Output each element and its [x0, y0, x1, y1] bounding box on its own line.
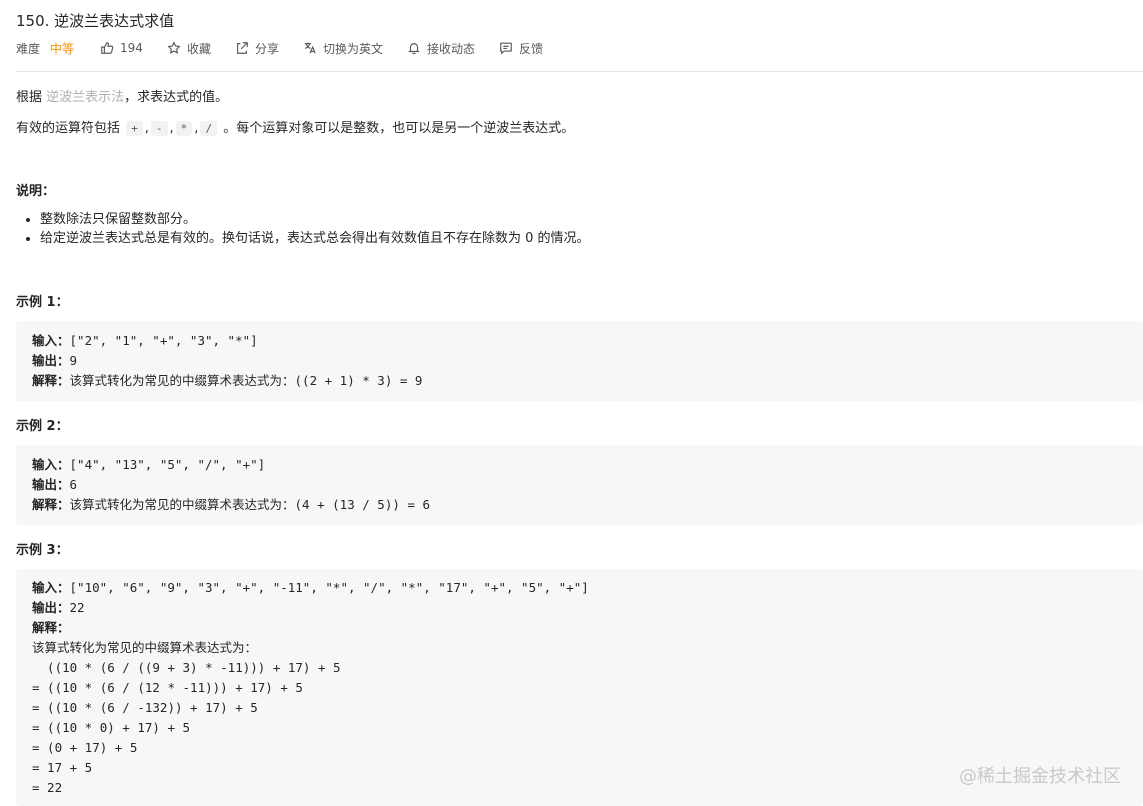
explain-value: 该算式转化为常见的中缀算术表达式为：((2 + 1) * 3) = 9 — [69, 373, 423, 388]
watermark: @稀土掘金技术社区 — [959, 766, 1121, 787]
description-line-1: 根据 逆波兰表示法，求表达式的值。 — [16, 86, 228, 105]
example-heading: 示例 1： — [16, 295, 69, 310]
example-explain-line: 解释：该算式转化为常见的中缀算术表达式为：((2 + 1) * 3) = 9 — [32, 371, 1127, 391]
explain-step-line: ((10 * (6 / ((9 + 3) * -11))) + 17) + 5 — [32, 660, 341, 675]
notify-button[interactable]: 接收动态 — [407, 40, 475, 57]
desc-text: ，求表达式的值。 — [124, 90, 229, 105]
feedback-button[interactable]: 反馈 — [499, 40, 543, 57]
example-output-line: 输出：9 — [32, 351, 1127, 371]
example-code-block: 输入：["2", "1", "+", "3", "*"] 输出：9 解释：该算式… — [16, 321, 1143, 401]
star-icon — [167, 41, 181, 54]
explain-value: 该算式转化为常见的中缀算术表达式为：(4 + (13 / 5)) = 6 — [69, 497, 430, 512]
output-label: 输出： — [32, 477, 70, 492]
feedback-label: 反馈 — [519, 41, 544, 56]
desc-text: 根据 — [16, 90, 47, 105]
notify-label: 接收动态 — [426, 41, 475, 56]
input-value: ["2", "1", "+", "3", "*"] — [69, 333, 258, 348]
output-value: 9 — [69, 353, 78, 368]
favorite-label: 收藏 — [186, 41, 211, 56]
explain-label: 解释： — [32, 373, 70, 388]
list-item: 给定逆波兰表达式总是有效的。换句话说，表达式总会得出有效数值且不存在除数为 0 … — [26, 231, 590, 246]
example-code-block: 输入：["4", "13", "5", "/", "+"] 输出：6 解释：该算… — [16, 445, 1143, 525]
output-value: 22 — [69, 600, 85, 615]
share-button[interactable]: 分享 — [235, 40, 279, 57]
problem-meta-bar: 难度 中等 194 收藏 分享 切换为英文 接收动态 反馈 — [16, 38, 567, 58]
switch-language-button[interactable]: 切换为英文 — [303, 40, 383, 57]
input-value: ["10", "6", "9", "3", "+", "-11", "*", "… — [69, 580, 589, 595]
problem-title: 150. 逆波兰表达式求值 — [16, 12, 175, 30]
feedback-icon — [500, 42, 512, 55]
share-icon — [237, 42, 248, 54]
operator-code: + — [126, 121, 143, 136]
operator-code: / — [200, 121, 218, 136]
difficulty-badge: 中等 — [50, 41, 75, 56]
notes-list: 整数除法只保留整数部分。 给定逆波兰表达式总是有效的。换句话说，表达式总会得出有… — [26, 210, 590, 248]
explain-step-line: = ((10 * (6 / -132)) + 17) + 5 — [32, 700, 258, 715]
like-button[interactable]: 194 — [100, 41, 143, 55]
explain-label: 解释： — [32, 497, 70, 512]
example-output-line: 输出：22 — [32, 598, 1127, 618]
rpn-link[interactable]: 逆波兰表示法 — [46, 90, 124, 105]
explain-step-line: 该算式转化为常见的中缀算术表达式为： — [32, 640, 258, 655]
share-label: 分享 — [254, 41, 279, 56]
thumbs-up-icon — [101, 42, 114, 54]
output-value: 6 — [69, 477, 78, 492]
desc-text: 有效的运算符包括 — [16, 121, 125, 136]
list-item: 整数除法只保留整数部分。 — [26, 210, 590, 229]
desc-text: 。每个运算对象可以是整数，也可以是另一个逆波兰表达式。 — [223, 121, 575, 136]
operator-code: - — [150, 121, 168, 136]
output-label: 输出： — [32, 353, 70, 368]
example-input-line: 输入：["2", "1", "+", "3", "*"] — [32, 331, 1127, 351]
header-divider — [16, 71, 1143, 72]
input-value: ["4", "13", "5", "/", "+"] — [69, 457, 266, 472]
description-line-2: 有效的运算符包括 +, -, *, / 。每个运算对象可以是整数，也可以是另一个逆波兰… — [16, 121, 575, 136]
bell-icon — [408, 43, 420, 55]
example-output-line: 输出：6 — [32, 475, 1127, 495]
input-label: 输入： — [32, 580, 70, 595]
example-explain-line: 解释： — [32, 618, 1127, 638]
example-input-line: 输入：["4", "13", "5", "/", "+"] — [32, 455, 1127, 475]
explain-step-line: = ((10 * 0) + 17) + 5 — [32, 720, 191, 735]
operator-code: * — [175, 121, 193, 136]
like-count: 194 — [120, 41, 143, 55]
explain-step-line: = (0 + 17) + 5 — [32, 740, 138, 755]
difficulty-label: 难度 — [16, 41, 41, 56]
example-input-line: 输入：["10", "6", "9", "3", "+", "-11", "*"… — [32, 578, 1127, 598]
example-explain-line: 解释：该算式转化为常见的中缀算术表达式为：(4 + (13 / 5)) = 6 — [32, 495, 1127, 515]
favorite-button[interactable]: 收藏 — [167, 40, 211, 57]
input-label: 输入： — [32, 457, 70, 472]
example-heading: 示例 2： — [16, 419, 69, 434]
explain-step-line: = ((10 * (6 / (12 * -11))) + 17) + 5 — [32, 680, 303, 695]
notes-heading: 说明： — [16, 184, 56, 199]
input-label: 输入： — [32, 333, 70, 348]
switch-language-label: 切换为英文 — [322, 41, 383, 56]
example-heading: 示例 3： — [16, 543, 69, 558]
explain-label: 解释： — [32, 620, 70, 635]
output-label: 输出： — [32, 600, 70, 615]
translate-icon — [304, 42, 316, 54]
